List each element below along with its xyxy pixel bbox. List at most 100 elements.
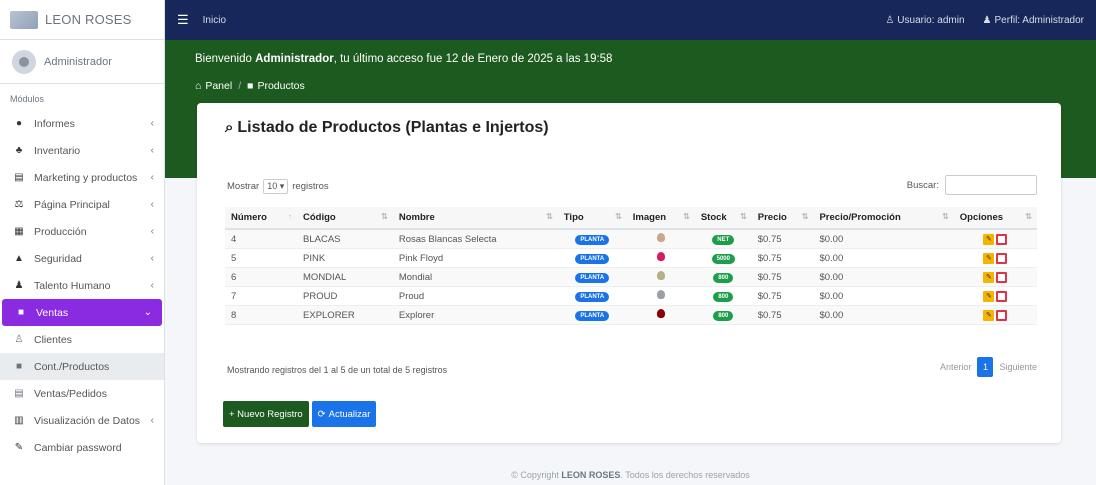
edit-button[interactable]: ✎ bbox=[983, 252, 995, 264]
column-header[interactable]: Stock ⇅ bbox=[694, 207, 752, 230]
column-header-label: Opciones bbox=[959, 212, 1004, 223]
cell-promo-td: $0.00 bbox=[813, 248, 954, 268]
sidebar-item-marketing-y-productos[interactable]: ▤ Marketing y productos ‹ bbox=[0, 164, 164, 191]
sidebar-item-ventas-pedidos[interactable]: ▤ Ventas/Pedidos bbox=[0, 380, 164, 407]
cell-stock-td: NET bbox=[694, 229, 752, 249]
profile-icon: ♟ bbox=[982, 14, 992, 26]
flower-image bbox=[656, 309, 665, 318]
user-plus-icon: ♙ bbox=[14, 334, 24, 345]
sidebar-item-label: Página Principal bbox=[34, 198, 110, 211]
column-header[interactable]: Tipo ⇅ bbox=[557, 207, 627, 230]
table-row: 7 PROUD Proud PLANTA 800 $0.75 $0.00 ✎ bbox=[225, 286, 1037, 306]
table-header-row: Número ↑ Código ⇅ Nombre ⇅ Tipo ⇅ Imagen ⇅ Stock ⇅ P… bbox=[225, 207, 1037, 230]
cell-nombre-td: Pink Floyd bbox=[392, 248, 558, 268]
brand[interactable]: LEON ROSES bbox=[0, 0, 164, 40]
chevron-icon: ‹ bbox=[150, 226, 154, 237]
sidebar: LEON ROSES Administrador Módulos ● Inform… bbox=[0, 0, 165, 485]
cell-numero-td: 5 bbox=[225, 248, 298, 268]
sidebar-item-visualización-de-datos[interactable]: ▥ Visualización de Datos ‹ bbox=[0, 407, 164, 434]
table-info: Mostrando registros del 1 al 5 de un tot… bbox=[227, 365, 448, 375]
chevron-icon: ‹ bbox=[150, 145, 154, 156]
sidebar-item-cont-productos[interactable]: ■ Cont./Productos bbox=[0, 353, 164, 380]
column-header[interactable]: Precio ⇅ bbox=[751, 207, 814, 230]
delete-button[interactable] bbox=[996, 233, 1008, 245]
shop-icon: ▤ bbox=[14, 172, 24, 183]
edit-button[interactable]: ✎ bbox=[983, 309, 995, 321]
sort-icon: ⇅ bbox=[942, 212, 949, 221]
next-page-button[interactable]: Siguiente bbox=[999, 362, 1037, 372]
edit-button[interactable]: ✎ bbox=[983, 271, 995, 283]
top-right-links: ♙ Usuario: admin ♟ Perfil: Administrador bbox=[885, 15, 1084, 26]
sidebar-item-clientes[interactable]: ♙ Clientes bbox=[0, 326, 164, 353]
sidebar-item-ventas[interactable]: ■ Ventas ⌄ bbox=[2, 299, 162, 326]
welcome-prefix: Bienvenido bbox=[195, 53, 256, 65]
menu-toggle-icon[interactable]: ☰ bbox=[177, 12, 189, 28]
prev-page-button[interactable]: Anterior bbox=[940, 362, 972, 372]
footer-prefix: © Copyright bbox=[511, 470, 562, 480]
new-record-button[interactable]: + Nuevo Registro bbox=[223, 401, 309, 427]
sort-icon: ↑ bbox=[288, 212, 293, 221]
edit-button[interactable]: ✎ bbox=[983, 290, 995, 302]
calendar-icon: ▦ bbox=[14, 226, 24, 237]
type-badge: PLANTA bbox=[575, 292, 610, 302]
sidebar-item-seguridad[interactable]: ▲ Seguridad ‹ bbox=[0, 245, 164, 272]
chevron-icon: ‹ bbox=[150, 253, 154, 264]
column-header[interactable]: Opciones ⇅ bbox=[953, 207, 1037, 230]
cell-nombre: Explorer bbox=[398, 309, 435, 321]
column-header[interactable]: Precio/Promoción ⇅ bbox=[813, 207, 954, 230]
page-1-button[interactable]: 1 bbox=[977, 357, 994, 377]
column-header[interactable]: Código ⇅ bbox=[297, 207, 393, 230]
chart-icon: ▥ bbox=[14, 415, 24, 426]
delete-button[interactable] bbox=[996, 252, 1008, 264]
cell-nombre-td: Mondial bbox=[392, 267, 558, 287]
sidebar-item-label: Ventas bbox=[36, 306, 69, 319]
cell-nombre-td: Rosas Blancas Selecta bbox=[392, 229, 558, 249]
cell-codigo: MONDIAL bbox=[303, 271, 347, 283]
user-panel[interactable]: Administrador bbox=[0, 40, 164, 84]
globe-icon: ● bbox=[15, 118, 23, 129]
entries-select[interactable]: 10 ▾ bbox=[263, 179, 289, 194]
products-card: ⌕ Listado de Productos (Plantas e Injerto… bbox=[197, 103, 1061, 443]
column-header[interactable]: Nombre ⇅ bbox=[392, 207, 558, 230]
key-icon: ✎ bbox=[14, 442, 24, 453]
cell-numero: 5 bbox=[231, 252, 237, 264]
column-header[interactable]: Imagen ⇅ bbox=[626, 207, 695, 230]
cell-nombre: Rosas Blancas Selecta bbox=[398, 233, 497, 245]
welcome-suffix: , tu último acceso fue 12 de Enero de 20… bbox=[333, 53, 613, 65]
column-header[interactable]: Número ↑ bbox=[225, 207, 298, 230]
brand-name: LEON ROSES bbox=[45, 12, 132, 27]
sidebar-item-label: Informes bbox=[34, 117, 75, 130]
sidebar-item-producción[interactable]: ▦ Producción ‹ bbox=[0, 218, 164, 245]
sidebar-item-informes[interactable]: ● Informes ‹ bbox=[0, 110, 164, 137]
pagination: Anterior 1 Siguiente bbox=[940, 357, 1037, 377]
cell-promo: $0.00 bbox=[819, 290, 844, 302]
refresh-button-label: Actualizar bbox=[328, 408, 371, 420]
search-input[interactable] bbox=[945, 175, 1037, 195]
refresh-button[interactable]: ⟳ Actualizar bbox=[311, 401, 377, 427]
home-link[interactable]: Inicio bbox=[203, 15, 226, 26]
delete-button[interactable] bbox=[996, 309, 1008, 321]
sidebar-item-cambiar-password[interactable]: ✎ Cambiar password bbox=[0, 434, 164, 461]
sidebar-item-página-principal[interactable]: ⚖ Página Principal ‹ bbox=[0, 191, 164, 218]
cell-precio: $0.75 bbox=[757, 252, 782, 264]
delete-button[interactable] bbox=[996, 290, 1008, 302]
home-icon: ⌂ bbox=[195, 80, 202, 92]
cell-opciones-td: ✎ bbox=[953, 229, 1037, 249]
cell-numero: 4 bbox=[231, 233, 237, 245]
sidebar-item-inventario[interactable]: ♣ Inventario ‹ bbox=[0, 137, 164, 164]
entries-select-value: 10 bbox=[267, 181, 278, 191]
sidebar-item-talento-humano[interactable]: ♟ Talento Humano ‹ bbox=[0, 272, 164, 299]
breadcrumb: ⌂ Panel / ■ Productos bbox=[195, 80, 305, 92]
user-link[interactable]: ♙ Usuario: admin bbox=[885, 15, 964, 26]
cell-codigo-td: EXPLORER bbox=[297, 305, 393, 325]
edit-button[interactable]: ✎ bbox=[983, 233, 995, 245]
cell-nombre-td: Proud bbox=[392, 286, 558, 306]
cell-promo: $0.00 bbox=[819, 233, 844, 245]
page-title: ⌕ Listado de Productos (Plantas e Injerto… bbox=[225, 119, 549, 137]
balance-icon: ⚖ bbox=[14, 199, 24, 210]
delete-button[interactable] bbox=[996, 271, 1008, 283]
breadcrumb-home[interactable]: Panel bbox=[205, 80, 232, 92]
cell-promo: $0.00 bbox=[819, 271, 844, 283]
profile-link[interactable]: ♟ Perfil: Administrador bbox=[983, 15, 1084, 26]
sidebar-nav: ● Informes ‹ ♣ Inventario ‹ ▤ Marketing y produ… bbox=[0, 110, 164, 461]
